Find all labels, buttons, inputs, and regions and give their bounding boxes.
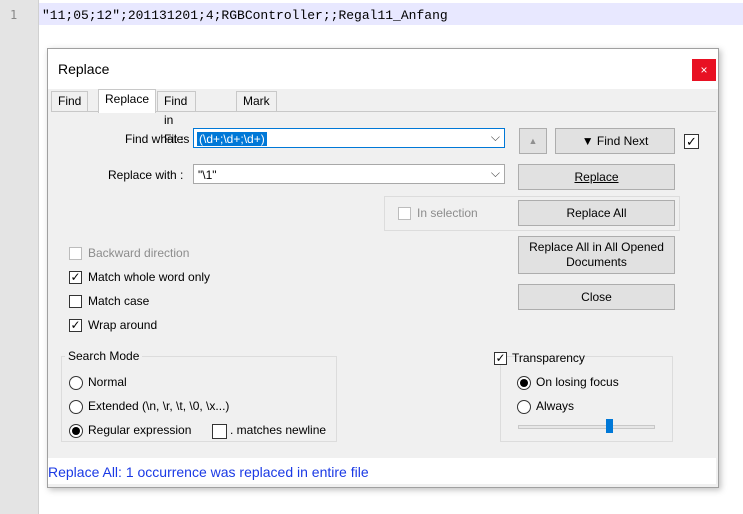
always-label: Always <box>536 399 575 413</box>
wrap-around-label: Wrap around <box>88 318 158 332</box>
close-icon: × <box>700 63 708 77</box>
on-losing-focus-label: On losing focus <box>536 375 619 389</box>
find-what-input[interactable]: (\d+;\d+;\d+) ⌵ <box>193 128 505 148</box>
dialog-titlebar[interactable]: Replace × <box>48 49 718 89</box>
line-number: 1 <box>10 8 18 22</box>
status-message: Replace All: 1 occurrence was replaced i… <box>48 464 369 480</box>
search-up-button[interactable]: ▲ <box>519 128 547 154</box>
search-mode-title: Search Mode <box>65 349 143 363</box>
replace-with-value: "\1" <box>198 168 217 182</box>
tab-find-in-files[interactable]: Find in Files <box>157 91 197 146</box>
wrap-around-checkbox[interactable]: ✓ <box>69 319 82 332</box>
regex-mode-radio[interactable] <box>69 424 83 438</box>
chevron-down-icon[interactable]: ⌵ <box>491 166 500 181</box>
regex-mode-label: Regular expression <box>88 423 192 437</box>
backward-direction-checkbox[interactable] <box>69 247 82 260</box>
in-selection-label: In selection <box>417 206 478 220</box>
dialog-title: Replace <box>58 61 110 77</box>
match-whole-word-checkbox[interactable]: ✓ <box>69 271 82 284</box>
triangle-up-icon: ▲ <box>528 136 538 146</box>
tab-replace[interactable]: Replace <box>98 89 157 113</box>
transparency-option[interactable]: ✓ Transparency <box>494 351 585 367</box>
editor-line-text[interactable]: "11;05;12";201131201;4;RGBController;;Re… <box>42 8 448 23</box>
replace-all-button[interactable]: Replace All <box>518 200 675 226</box>
replace-all-opened-label-line1: Replace All in All Opened <box>529 240 664 254</box>
always-radio[interactable] <box>517 400 531 414</box>
transparency-group <box>500 356 673 442</box>
replace-all-opened-button[interactable]: Replace All in All Opened Documents <box>518 236 675 274</box>
find-what-value: (\d+;\d+;\d+) <box>197 132 267 146</box>
backward-direction-label: Backward direction <box>88 246 190 260</box>
extended-mode-label: Extended (\n, \r, \t, \0, \x...) <box>88 399 230 413</box>
find-what-label: Find what : <box>125 132 184 146</box>
replace-button-label: Replace <box>574 170 619 184</box>
replace-all-opened-label-line2: Documents <box>566 255 627 269</box>
close-window-button[interactable]: × <box>692 59 716 81</box>
matches-newline-checkbox[interactable] <box>212 424 227 439</box>
transparency-checkbox[interactable]: ✓ <box>494 352 507 365</box>
in-selection-checkbox[interactable] <box>398 207 411 220</box>
find-next-button[interactable]: ▼ Find Next <box>555 128 675 154</box>
status-bar: Replace All: 1 occurrence was replaced i… <box>48 458 716 484</box>
match-case-label: Match case <box>88 294 150 308</box>
transparency-slider-track[interactable] <box>518 425 655 429</box>
replace-with-label: Replace with : <box>108 168 184 182</box>
close-button[interactable]: Close <box>518 284 675 310</box>
replace-button[interactable]: Replace <box>518 164 675 190</box>
match-case-checkbox[interactable] <box>69 295 82 308</box>
find-next-direction-checkbox[interactable]: ✓ <box>684 134 699 149</box>
extended-mode-radio[interactable] <box>69 400 83 414</box>
line-number-gutter <box>0 0 39 514</box>
chevron-down-icon[interactable]: ⌵ <box>491 130 500 145</box>
transparency-slider-thumb[interactable] <box>606 419 613 433</box>
normal-mode-label: Normal <box>88 375 127 389</box>
tab-find[interactable]: Find <box>51 91 89 112</box>
normal-mode-radio[interactable] <box>69 376 83 390</box>
transparency-label: Transparency <box>512 351 585 365</box>
replace-with-input[interactable]: "\1" ⌵ <box>193 164 505 184</box>
tab-mark[interactable]: Mark <box>236 91 277 112</box>
match-whole-word-label: Match whole word only <box>88 270 211 284</box>
matches-newline-label: . matches newline <box>230 423 327 437</box>
on-losing-focus-radio[interactable] <box>517 376 531 390</box>
